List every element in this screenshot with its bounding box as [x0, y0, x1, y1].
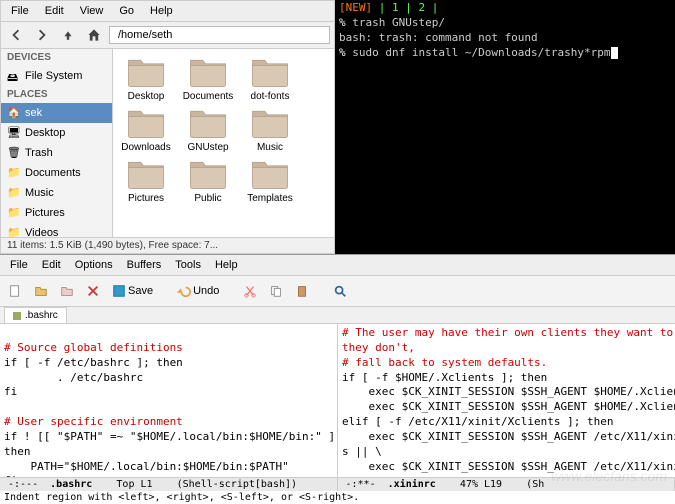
open-file-button[interactable]: [30, 280, 52, 302]
ed-menu-edit[interactable]: Edit: [36, 257, 67, 273]
devices-header: DEVICES: [1, 49, 112, 66]
terminal-tab-1[interactable]: 1: [392, 1, 399, 14]
terminal-tab-2[interactable]: 2: [419, 1, 426, 14]
home-button[interactable]: [83, 25, 105, 45]
sidebar-item-filesystem[interactable]: 🖴File System: [1, 66, 112, 86]
sidebar-item-videos[interactable]: 📁Videos: [1, 223, 112, 237]
ed-menu-help[interactable]: Help: [209, 257, 244, 273]
open-folder-button[interactable]: [56, 280, 78, 302]
ed-menu-buffers[interactable]: Buffers: [121, 257, 168, 273]
folder-icon: 📁: [7, 186, 21, 200]
folder-item-documents[interactable]: Documents: [181, 55, 235, 102]
folder-icon: [125, 55, 167, 89]
paste-button[interactable]: [291, 280, 313, 302]
close-button[interactable]: [82, 280, 104, 302]
folder-item-downloads[interactable]: Downloads: [119, 106, 173, 153]
editor-left-pane[interactable]: # Source global definitionsif [ -f /etc/…: [0, 324, 338, 477]
undo-button[interactable]: Undo: [173, 280, 223, 302]
fm-menu-go[interactable]: Go: [113, 3, 140, 19]
back-button[interactable]: [5, 25, 27, 45]
sidebar-item-documents[interactable]: 📁Documents: [1, 163, 112, 183]
new-file-button[interactable]: [4, 280, 26, 302]
terminal-content: % trash GNUstep/bash: trash: command not…: [339, 16, 671, 61]
folder-item-music[interactable]: Music: [243, 106, 297, 153]
folder-icon: [249, 157, 291, 191]
places-header: PLACES: [1, 86, 112, 103]
sidebar-item-desktop[interactable]: 🖥Desktop: [1, 123, 112, 143]
file-manager: File Edit View Go Help /home/seth DEVICE…: [0, 0, 335, 254]
fm-icon-grid[interactable]: DesktopDocumentsdot-fonts DownloadsGNUste…: [113, 49, 334, 237]
folder-item-dot-fonts[interactable]: dot-fonts: [243, 55, 297, 102]
ed-menu-file[interactable]: File: [4, 257, 34, 273]
copy-button[interactable]: [265, 280, 287, 302]
folder-icon: [187, 157, 229, 191]
fm-sidebar: DEVICES 🖴File System PLACES 🏠sek 🖥Deskto…: [1, 49, 113, 237]
editor-statusbar: -:--- .bashrc Top L1 (Shell-script[bash]…: [0, 477, 675, 491]
search-button[interactable]: [329, 280, 351, 302]
fm-menu-edit[interactable]: Edit: [39, 3, 70, 19]
folder-icon: [125, 157, 167, 191]
fm-menu-view[interactable]: View: [74, 3, 110, 19]
up-button[interactable]: [57, 25, 79, 45]
editor-right-pane[interactable]: # The user may have their own clients th…: [338, 324, 675, 477]
fm-menu-help[interactable]: Help: [144, 3, 179, 19]
drive-icon: 🖴: [7, 69, 21, 83]
folder-item-desktop[interactable]: Desktop: [119, 55, 173, 102]
terminal-new-tab[interactable]: [NEW]: [339, 1, 372, 14]
folder-item-templates[interactable]: Templates: [243, 157, 297, 204]
editor-menubar: File Edit Options Buffers Tools Help: [0, 255, 675, 276]
folder-icon: [125, 106, 167, 140]
folder-icon: [187, 106, 229, 140]
folder-item-gnustep[interactable]: GNUstep: [181, 106, 235, 153]
forward-button[interactable]: [31, 25, 53, 45]
terminal[interactable]: [NEW] | 1 | 2 | % trash GNUstep/bash: tr…: [335, 0, 675, 254]
folder-icon: [187, 55, 229, 89]
sidebar-item-music[interactable]: 📁Music: [1, 183, 112, 203]
fm-menubar: File Edit View Go Help: [1, 1, 334, 22]
path-text: /home/seth: [118, 29, 172, 41]
sidebar-item-pictures[interactable]: 📁Pictures: [1, 203, 112, 223]
folder-item-public[interactable]: Public: [181, 157, 235, 204]
sidebar-item-trash[interactable]: 🗑Trash: [1, 143, 112, 163]
folder-icon: [249, 106, 291, 140]
terminal-tabs: [NEW] | 1 | 2 |: [339, 1, 671, 16]
status-left: -:--- .bashrc Top L1 (Shell-script[bash]…: [0, 478, 338, 491]
folder-item-pictures[interactable]: Pictures: [119, 157, 173, 204]
path-entry[interactable]: /home/seth: [109, 26, 330, 44]
cut-button[interactable]: [239, 280, 261, 302]
fm-toolbar: /home/seth: [1, 22, 334, 49]
fm-statusbar: 11 items: 1.5 KiB (1,490 bytes), Free sp…: [1, 237, 334, 253]
folder-icon: 📁: [7, 206, 21, 220]
folder-icon: [249, 55, 291, 89]
ed-menu-tools[interactable]: Tools: [169, 257, 207, 273]
editor-toolbar: Save Undo: [0, 276, 675, 307]
desktop-icon: 🖥: [7, 126, 21, 140]
folder-icon: 📁: [7, 226, 21, 237]
status-right: -:**- .xininrc 47% L19 (Sh: [338, 478, 675, 491]
editor-tab-bashrc[interactable]: .bashrc: [4, 307, 67, 323]
text-editor: File Edit Options Buffers Tools Help Sav…: [0, 254, 675, 504]
sidebar-item-home[interactable]: 🏠sek: [1, 103, 112, 123]
home-icon: 🏠: [7, 106, 21, 120]
ed-menu-options[interactable]: Options: [69, 257, 119, 273]
editor-minibuffer[interactable]: Indent region with <left>, <right>, <S-l…: [0, 491, 675, 504]
fm-menu-file[interactable]: File: [5, 3, 35, 19]
folder-icon: 📁: [7, 166, 21, 180]
modified-marker-icon: [13, 312, 21, 320]
save-button[interactable]: Save: [108, 280, 157, 302]
trash-icon: 🗑: [7, 146, 21, 160]
